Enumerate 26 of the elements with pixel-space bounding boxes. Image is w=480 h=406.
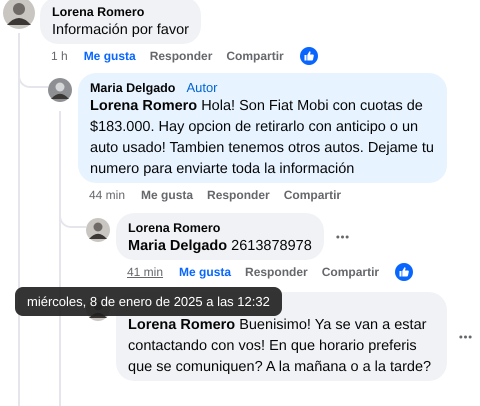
avatar — [86, 218, 110, 242]
more-icon[interactable] — [459, 334, 472, 338]
comment-text: Maria Delgado 2613878978 — [128, 237, 312, 256]
like-link[interactable]: Me gusta — [84, 49, 136, 63]
date-tooltip: miércoles, 8 de enero de 2025 a las 12:32 — [15, 287, 282, 316]
comment-text: Lorena Romero Hola! Son Fiat Mobi con cuotas de $183.000. Hay opcion de retirarlo con anticipo o un auto usado! Tambien tenemos otros autos. Dejame tu numero para enviarte toda la información — [90, 97, 435, 179]
reply-link[interactable]: Responder — [245, 265, 308, 279]
timestamp-link[interactable]: 41 min — [127, 265, 164, 279]
avatar — [48, 78, 72, 102]
author-label: Autor — [186, 80, 218, 96]
timestamp-link[interactable]: 1 h — [51, 49, 68, 63]
like-link[interactable]: Me gusta — [179, 265, 232, 279]
reply-link[interactable]: Responder — [207, 188, 270, 202]
like-link[interactable]: Me gusta — [141, 188, 194, 202]
avatar — [3, 0, 35, 29]
reply-link[interactable]: Responder — [150, 49, 212, 63]
author-name[interactable]: Lorena Romero — [52, 4, 144, 20]
share-link[interactable]: Compartir — [226, 49, 284, 63]
comment-text: Lorena Romero Buenisimo! Ya se van a estar contactando con vos! En que horario preferis que se comuniquen? A la mañana o a la tarde? — [128, 316, 432, 377]
author-name[interactable]: Maria Delgado — [90, 80, 176, 96]
more-icon[interactable] — [336, 234, 349, 238]
share-link[interactable]: Compartir — [284, 188, 342, 202]
author-name[interactable]: Lorena Romero — [128, 220, 220, 236]
timestamp-link[interactable]: 44 min — [89, 188, 126, 202]
share-link[interactable]: Compartir — [322, 265, 380, 279]
comment-text: Información por favor — [52, 21, 190, 40]
